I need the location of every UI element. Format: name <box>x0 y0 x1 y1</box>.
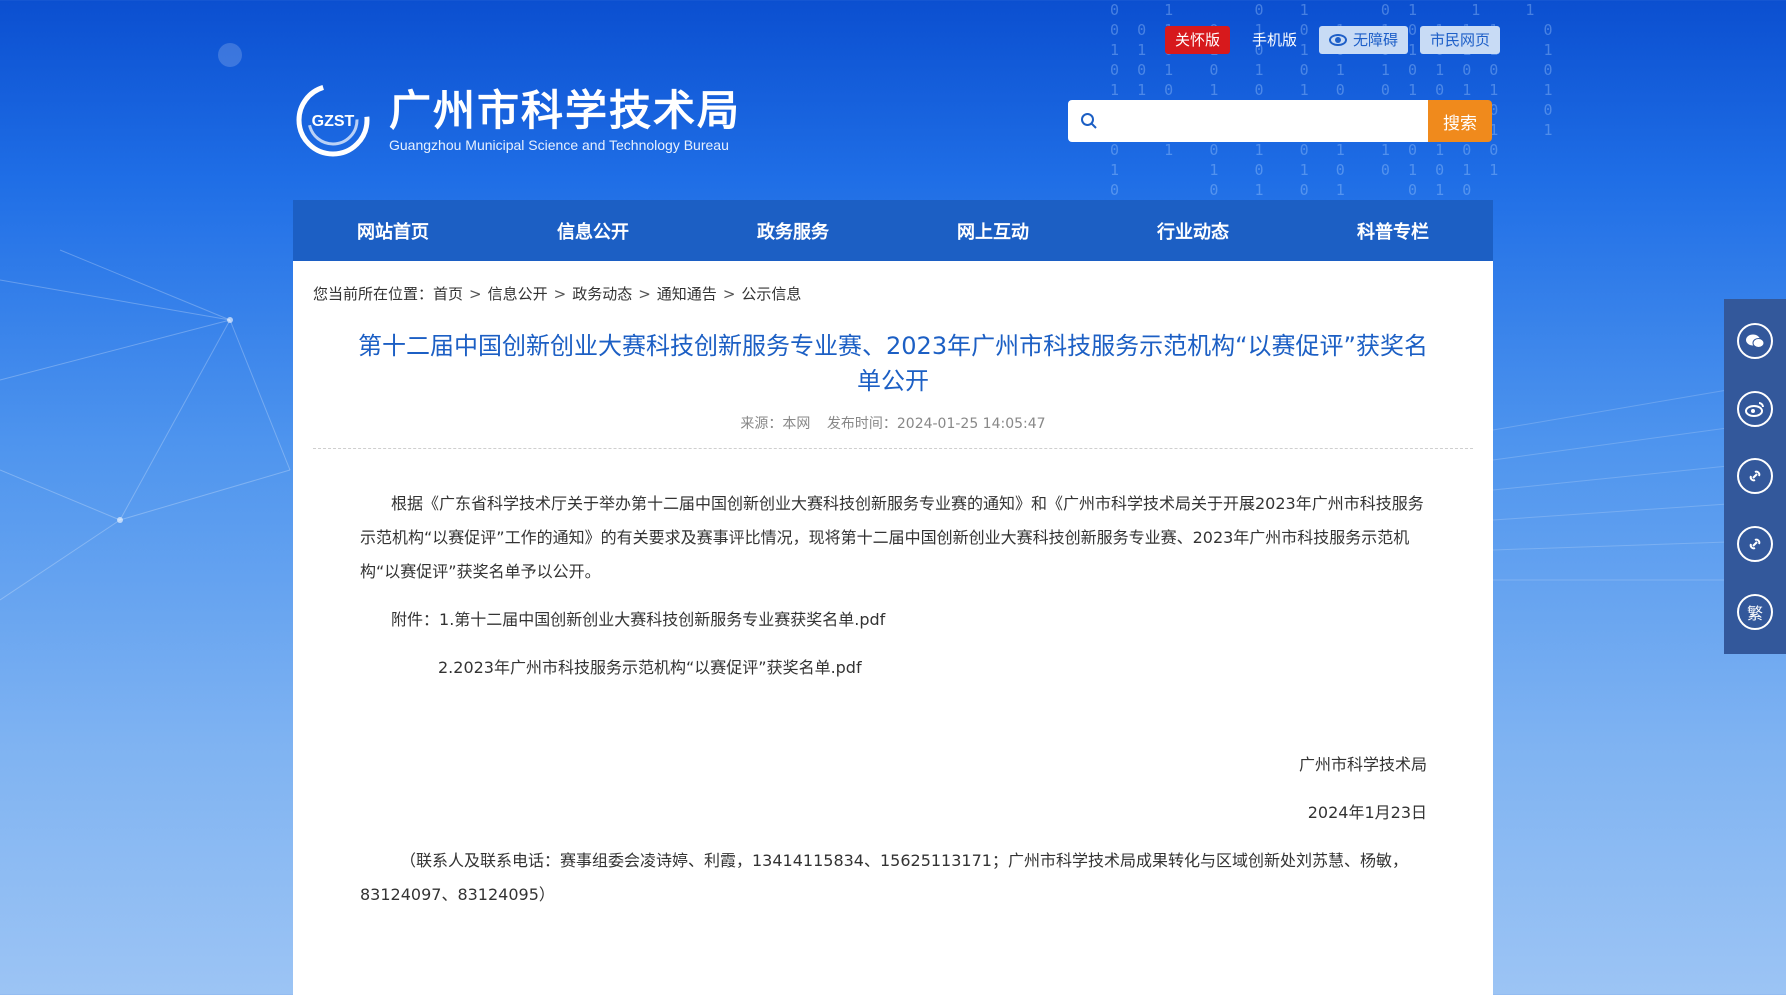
search-input[interactable] <box>1106 102 1428 140</box>
breadcrumb: 您当前所在位置：首页 > 信息公开 > 政务动态 > 通知通告 > 公示信息 <box>313 283 801 304</box>
main-nav: 网站首页 信息公开 政务服务 网上互动 行业动态 科普专栏 <box>293 200 1493 261</box>
accessibility-link[interactable]: 无障碍 <box>1319 26 1409 54</box>
breadcrumb-home[interactable]: 首页 <box>433 285 463 303</box>
nav-item-science-column[interactable]: 科普专栏 <box>1293 200 1493 261</box>
signature-org: 广州市科学技术局 <box>1298 755 1427 774</box>
site-name-en: Guangzhou Municipal Science and Technolo… <box>389 137 729 153</box>
search-icon <box>1081 113 1097 129</box>
nav-item-industry-news[interactable]: 行业动态 <box>1093 200 1293 261</box>
search-bar: 搜索 <box>1068 100 1492 142</box>
link-icon[interactable] <box>1737 526 1773 563</box>
nav-item-online-interaction[interactable]: 网上互动 <box>893 200 1093 261</box>
breadcrumb-public-info[interactable]: 公示信息 <box>741 285 801 303</box>
signature-date: 2024年1月23日 <box>1307 803 1427 822</box>
breadcrumb-notices[interactable]: 通知通告 <box>657 285 717 303</box>
breadcrumb-separator: > <box>553 285 567 303</box>
search-box <box>1068 100 1428 142</box>
nav-item-home[interactable]: 网站首页 <box>293 200 493 261</box>
breadcrumb-separator: > <box>469 285 482 303</box>
breadcrumb-prefix: 您当前所在位置： <box>313 285 434 303</box>
nav-item-gov-services[interactable]: 政务服务 <box>693 200 893 261</box>
main-content: 您当前所在位置：首页 > 信息公开 > 政务动态 > 通知通告 > 公示信息 第十二届中国创新创… <box>293 261 1493 995</box>
article-title: 第十二届中国创新创业大赛科技创新服务专业赛、2023年广州市科技服务示范机构“以… <box>358 332 1428 395</box>
citizen-page-link[interactable]: 市民网页 <box>1420 26 1501 54</box>
side-share-toolbar: 繁 <box>1724 299 1786 654</box>
article-publish-time: 发布时间：2024-01-25 14:05:47 <box>826 416 1046 432</box>
breadcrumb-separator: > <box>638 285 651 303</box>
attachment-link-1[interactable]: 1.第十二届中国创新创业大赛科技创新服务专业赛获奖名单.pdf <box>439 610 885 629</box>
site-name-cn: 广州市科学技术局 <box>389 86 742 135</box>
attachment-line-2: 2.2023年广州市科技服务示范机构“以赛促评”获奖名单.pdf <box>360 651 1508 685</box>
attachment-label: 附件： <box>391 610 440 629</box>
eye-icon <box>1329 34 1348 46</box>
attachment-line-1: 附件：1.第十二届中国创新创业大赛科技创新服务专业赛获奖名单.pdf <box>360 603 1461 637</box>
gzst-logo-icon: GZST <box>296 83 370 157</box>
care-version-link[interactable]: 关怀版 <box>1165 26 1231 54</box>
accessibility-label: 无障碍 <box>1353 31 1399 49</box>
contact-info: （联系人及联系电话：赛事组委会凌诗婷、利霞，13414115834、156251… <box>360 851 1408 904</box>
logo-text: 广州市科学技术局 Guangzhou Municipal Science and… <box>389 86 742 154</box>
top-links: 关怀版 手机版 无障碍 市民网页 <box>1165 26 1501 54</box>
breadcrumb-info-disclosure[interactable]: 信息公开 <box>488 285 548 303</box>
nav-item-info-disclosure[interactable]: 信息公开 <box>493 200 693 261</box>
breadcrumb-separator: > <box>722 285 736 303</box>
article-meta: 来源：本网 发布时间：2024-01-25 14:05:47 <box>293 413 1493 433</box>
mobile-version-link[interactable]: 手机版 <box>1242 26 1307 54</box>
wechat-icon[interactable] <box>1737 322 1773 359</box>
link-icon[interactable] <box>1737 458 1773 495</box>
breadcrumb-gov-news[interactable]: 政务动态 <box>572 285 632 303</box>
search-button[interactable]: 搜索 <box>1428 100 1492 142</box>
weibo-icon[interactable] <box>1737 390 1773 427</box>
article-source: 来源：本网 <box>740 416 811 432</box>
traditional-chinese-icon[interactable]: 繁 <box>1737 594 1773 631</box>
site-logo[interactable]: GZST 广州市科学技术局 Guangzhou Municipal Scienc… <box>293 80 741 160</box>
logo-mark-text: GZST <box>312 113 355 130</box>
title-divider <box>313 448 1473 449</box>
article-paragraph: 根据《广东省科学技术厅关于举办第十二届中国创新创业大赛科技创新服务专业赛的通知》… <box>360 494 1424 581</box>
attachment-link-2[interactable]: 2.2023年广州市科技服务示范机构“以赛促评”获奖名单.pdf <box>438 658 862 677</box>
